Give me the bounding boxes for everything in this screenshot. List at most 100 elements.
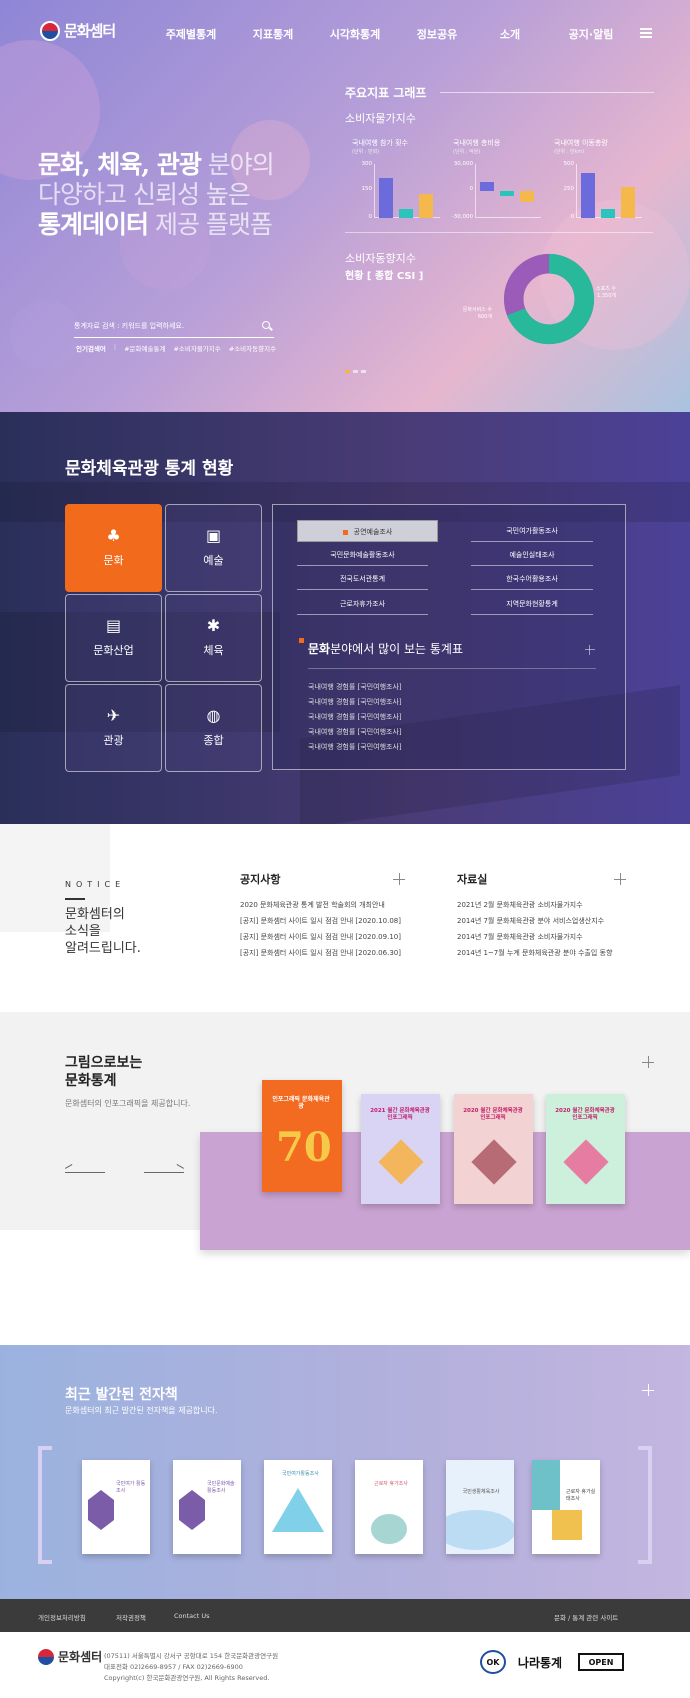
survey-link[interactable]: 지역문화현황통계 [471,593,593,615]
ebook-cover[interactable]: 국민생활체육조사 [446,1460,514,1554]
tick-label: 0 [469,186,474,192]
archive-link[interactable]: 2014년 7월 문화체육관광 소비자물가지수 [457,932,583,942]
national-statistics-badge[interactable]: 나라통계 [516,1650,564,1674]
mini-chart-distance: 국내여행 이동총량 (단위 : 만km) 500 250 0 [554,138,650,220]
ok-badge[interactable]: OK [480,1650,506,1674]
nav-item-visual-stats[interactable]: 시각화통계 [314,26,396,42]
popular-tag[interactable]: #소비자동향지수 [229,343,276,353]
category-tourism[interactable]: ✈ 관광 [65,684,162,772]
footer-address: (07511) 서울특별시 강서구 공항대로 154 한국문화관광연구원 [104,1652,279,1660]
popular-table-link[interactable]: 국내여행 경험률 [국민여행조사] [308,727,402,737]
ebook-cover[interactable]: 국민여가 활동조사 [82,1460,150,1554]
plus-icon[interactable] [642,1056,654,1068]
plus-icon[interactable] [585,645,595,655]
category-culture[interactable]: ♣ 문화 [65,504,162,592]
color-block [532,1460,560,1510]
privacy-link[interactable]: 개인정보처리방침 [38,1612,86,1622]
survey-link[interactable]: 한국수어활용조사 [471,568,593,590]
infographic-book[interactable]: 2020 월간 문화체육관광 인포그래픽 [546,1094,625,1204]
related-sites-dropdown[interactable]: 문화 / 통계 관련 사이트 [554,1612,618,1622]
category-label: 체육 [203,644,224,657]
ebook-cover[interactable]: 근로자 휴가조사 [355,1460,423,1554]
carousel-pager[interactable] [345,370,366,373]
nav-item-notice[interactable]: 공지·알림 [542,26,640,42]
popular-tag[interactable]: #문화예술통계 [124,343,165,353]
popular-table-link[interactable]: 국내여행 경험률 [국민여행조사] [308,682,402,692]
stats-title: 문화체육관광 통계 현황 [65,459,234,479]
archive-link[interactable]: 2021년 2월 문화체육관광 소비자물가지수 [457,900,583,910]
decor-blob [10,300,80,370]
next-arrow-icon[interactable] [144,1172,184,1173]
announcements-title[interactable]: 공지사항 [240,871,280,887]
triangle-graphic [272,1488,324,1532]
pager-dot[interactable] [353,370,358,373]
infographic-book[interactable]: 2021 월간 문화체육관광 인포그래픽 [361,1094,440,1204]
ebook-cover[interactable]: 국민문화예술 활동조사 [173,1460,241,1554]
archive-link[interactable]: 2014년 1~7월 누계 문화체육관광 분야 수출입 동향 [457,948,612,958]
archive-title[interactable]: 자료실 [457,871,487,887]
bar [621,186,635,218]
chart-title: 국내여행 참가 횟수 [352,139,408,147]
main-nav: 주제별통계 지표통계 시각화통계 정보공유 소개 공지·알림 [150,26,640,42]
chart-title: 국내여행 이동총량 [554,139,608,147]
bar [379,178,393,218]
announcement-link[interactable]: [공지] 문화셈터 사이트 일시 점검 안내 [2020.09.10] [240,932,401,942]
announcement-link[interactable]: 2020 문화체육관광 통계 발전 학술회의 개최안내 [240,900,385,910]
tick-label: 0 [570,214,575,220]
search-icon[interactable] [262,321,270,329]
bar [500,191,514,196]
csi-title: 소비자동향지수 [345,252,416,265]
ebook-cover[interactable]: 근로자 휴가실태조사 [532,1460,600,1554]
divider [440,92,654,93]
hamburger-menu-icon[interactable] [640,28,652,38]
csi-label: 현황 [ 종합 CSI ] [345,271,424,282]
survey-link[interactable]: 공연예술조사 [297,520,438,542]
sports-figure-icon: ✱ [206,616,221,635]
plus-icon[interactable] [642,1384,654,1396]
copyright-link[interactable]: 저작권정책 [116,1612,146,1622]
survey-link[interactable]: 국민문화예술활동조사 [297,544,428,566]
category-culture-industry[interactable]: ▤ 문화산업 [65,594,162,682]
survey-link[interactable]: 예술인실태조사 [471,544,593,566]
infographic-book[interactable]: 2020 월간 문화체육관광 인포그래픽 [454,1094,533,1204]
plus-icon[interactable] [393,873,405,885]
ebook-cover[interactable]: 국민여가활동조사 [264,1460,332,1554]
infographic-book[interactable]: 인포그래픽 문화체육관광 70 [262,1080,342,1192]
archive-link[interactable]: 2014년 7월 문화체육관광 분야 서비스업생산지수 [457,916,604,926]
category-label: 관광 [103,734,124,747]
popular-table-link[interactable]: 국내여행 경험률 [국민여행조사] [308,742,402,752]
prev-arrow-icon[interactable] [65,1172,105,1173]
pager-dot[interactable] [345,370,350,373]
nav-item-about[interactable]: 소개 [478,26,542,42]
contact-link[interactable]: Contact Us [174,1612,210,1620]
art-frame-icon: ▣ [205,526,222,545]
survey-link[interactable]: 국민여가활동조사 [471,520,593,542]
nav-item-indicator-stats[interactable]: 지표통계 [232,26,314,42]
nav-item-topic-stats[interactable]: 주제별통계 [150,26,232,42]
survey-link[interactable]: 근로자휴가조사 [297,593,428,615]
hexagon-graphic [88,1490,114,1530]
plus-icon[interactable] [614,873,626,885]
hexagon-graphic [179,1490,205,1530]
category-sports[interactable]: ✱ 체육 [165,594,262,682]
popular-table-link[interactable]: 국내여행 경험률 [국민여행조사] [308,697,402,707]
nav-item-info-share[interactable]: 정보공유 [396,26,478,42]
tick-label: 500 [563,161,575,167]
popular-tag[interactable]: #소비자물가지수 [173,343,220,353]
announcement-link[interactable]: [공지] 문화셈터 사이트 일시 점검 안내 [2020.06.30] [240,948,401,958]
pager-dot[interactable] [361,370,366,373]
right-bracket-decor [638,1446,652,1564]
category-art[interactable]: ▣ 예술 [165,504,262,592]
site-logo[interactable]: 문화셈터 [40,20,116,41]
category-label: 문화산업 [93,644,134,657]
survey-link[interactable]: 전국도서관통계 [297,568,428,590]
popular-table-link[interactable]: 국내여행 경험률 [국민여행조사] [308,712,402,722]
donut-label-sports: 스포츠 수 1,350개 [596,286,616,299]
open-badge[interactable]: OPEN [578,1653,624,1671]
search-input[interactable]: 통계자료 검색 : 키워드를 입력하세요. [74,316,274,338]
chart-axis [374,164,440,218]
illustration [371,1514,407,1544]
category-total[interactable]: ◍ 종합 [165,684,262,772]
announcement-link[interactable]: [공지] 문화셈터 사이트 일시 점검 안내 [2020.10.08] [240,916,401,926]
number-70-graphic: 70 [276,1124,332,1171]
